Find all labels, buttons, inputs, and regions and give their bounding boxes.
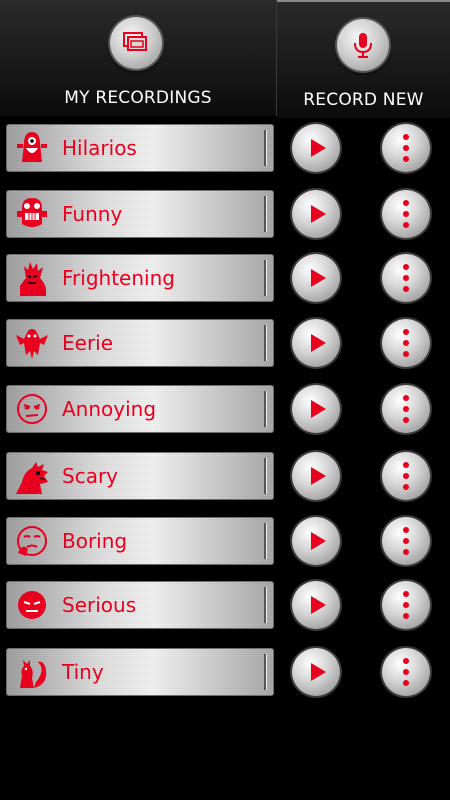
- play-button[interactable]: [292, 254, 340, 302]
- recording-label: Hilarios: [62, 136, 137, 160]
- recording-item-annoying[interactable]: Annoying: [6, 385, 274, 433]
- recording-item-serious[interactable]: Serious: [6, 581, 274, 629]
- recording-label: Scary: [62, 464, 119, 488]
- list-item: Scary: [0, 452, 450, 502]
- more-options-button[interactable]: [382, 581, 430, 629]
- tab-my-recordings[interactable]: MY RECORDINGS: [0, 0, 277, 116]
- more-options-button[interactable]: [382, 254, 430, 302]
- more-options-button[interactable]: [382, 648, 430, 696]
- more-vertical-icon: [403, 591, 409, 619]
- microphone-icon: [337, 19, 389, 71]
- list-item: Hilarios: [0, 124, 450, 174]
- play-icon: [311, 139, 326, 157]
- tab-my-recordings-label: MY RECORDINGS: [64, 88, 212, 108]
- more-vertical-icon: [403, 395, 409, 423]
- recording-item-scary[interactable]: Scary: [6, 452, 274, 500]
- squirrel-icon: [20, 660, 47, 688]
- more-vertical-icon: [403, 329, 409, 357]
- list-item: Funny: [0, 190, 450, 240]
- list-item: Tiny: [0, 648, 450, 698]
- list-item: Serious: [0, 581, 450, 631]
- more-vertical-icon: [403, 200, 409, 228]
- more-vertical-icon: [403, 134, 409, 162]
- serious-face-icon: [18, 591, 46, 619]
- annoyed-face-icon: [17, 394, 47, 424]
- play-button[interactable]: [292, 385, 340, 433]
- more-vertical-icon: [403, 462, 409, 490]
- list-item: Frightening: [0, 254, 450, 304]
- more-options-button[interactable]: [382, 517, 430, 565]
- more-options-button[interactable]: [382, 190, 430, 238]
- play-button[interactable]: [292, 517, 340, 565]
- recording-label: Boring: [62, 529, 128, 553]
- play-icon: [311, 334, 326, 352]
- recording-label: Funny: [62, 202, 123, 226]
- recording-item-hilarios[interactable]: Hilarios: [6, 124, 274, 172]
- play-icon: [311, 269, 326, 287]
- recording-item-funny[interactable]: Funny: [6, 190, 274, 238]
- list-item: Annoying: [0, 385, 450, 435]
- more-options-button[interactable]: [382, 385, 430, 433]
- recording-label: Serious: [62, 593, 137, 617]
- play-icon: [311, 663, 326, 681]
- more-vertical-icon: [403, 527, 409, 555]
- tab-record-new[interactable]: RECORD NEW: [277, 0, 450, 118]
- recording-label: Annoying: [62, 397, 157, 421]
- recording-item-eerie[interactable]: Eerie: [6, 319, 274, 367]
- recording-item-tiny[interactable]: Tiny: [6, 648, 274, 696]
- more-options-button[interactable]: [382, 452, 430, 500]
- bored-face-icon: [17, 526, 47, 556]
- recording-item-boring[interactable]: Boring: [6, 517, 274, 565]
- play-button[interactable]: [292, 648, 340, 696]
- recordings-folder-icon: [110, 17, 162, 69]
- play-button[interactable]: [292, 124, 340, 172]
- play-icon: [311, 467, 326, 485]
- play-button[interactable]: [292, 452, 340, 500]
- recording-item-frightening[interactable]: Frightening: [6, 254, 274, 302]
- ghost-bat-icon: [16, 329, 48, 359]
- play-icon: [311, 532, 326, 550]
- scary-face-icon: [20, 262, 46, 296]
- recording-label: Tiny: [62, 660, 104, 684]
- list-item: Eerie: [0, 319, 450, 369]
- recording-label: Frightening: [62, 266, 175, 290]
- tab-record-new-label: RECORD NEW: [303, 90, 424, 110]
- more-options-button[interactable]: [382, 124, 430, 172]
- list-item: Boring: [0, 517, 450, 567]
- play-button[interactable]: [292, 581, 340, 629]
- play-icon: [311, 400, 326, 418]
- play-button[interactable]: [292, 319, 340, 367]
- more-vertical-icon: [403, 264, 409, 292]
- grinning-monster-icon: [17, 198, 47, 227]
- play-button[interactable]: [292, 190, 340, 238]
- more-vertical-icon: [403, 658, 409, 686]
- laughing-monster-icon: [17, 132, 47, 162]
- more-options-button[interactable]: [382, 319, 430, 367]
- play-icon: [311, 205, 326, 223]
- play-icon: [311, 596, 326, 614]
- rat-monster-icon: [16, 462, 48, 494]
- recording-label: Eerie: [62, 331, 114, 355]
